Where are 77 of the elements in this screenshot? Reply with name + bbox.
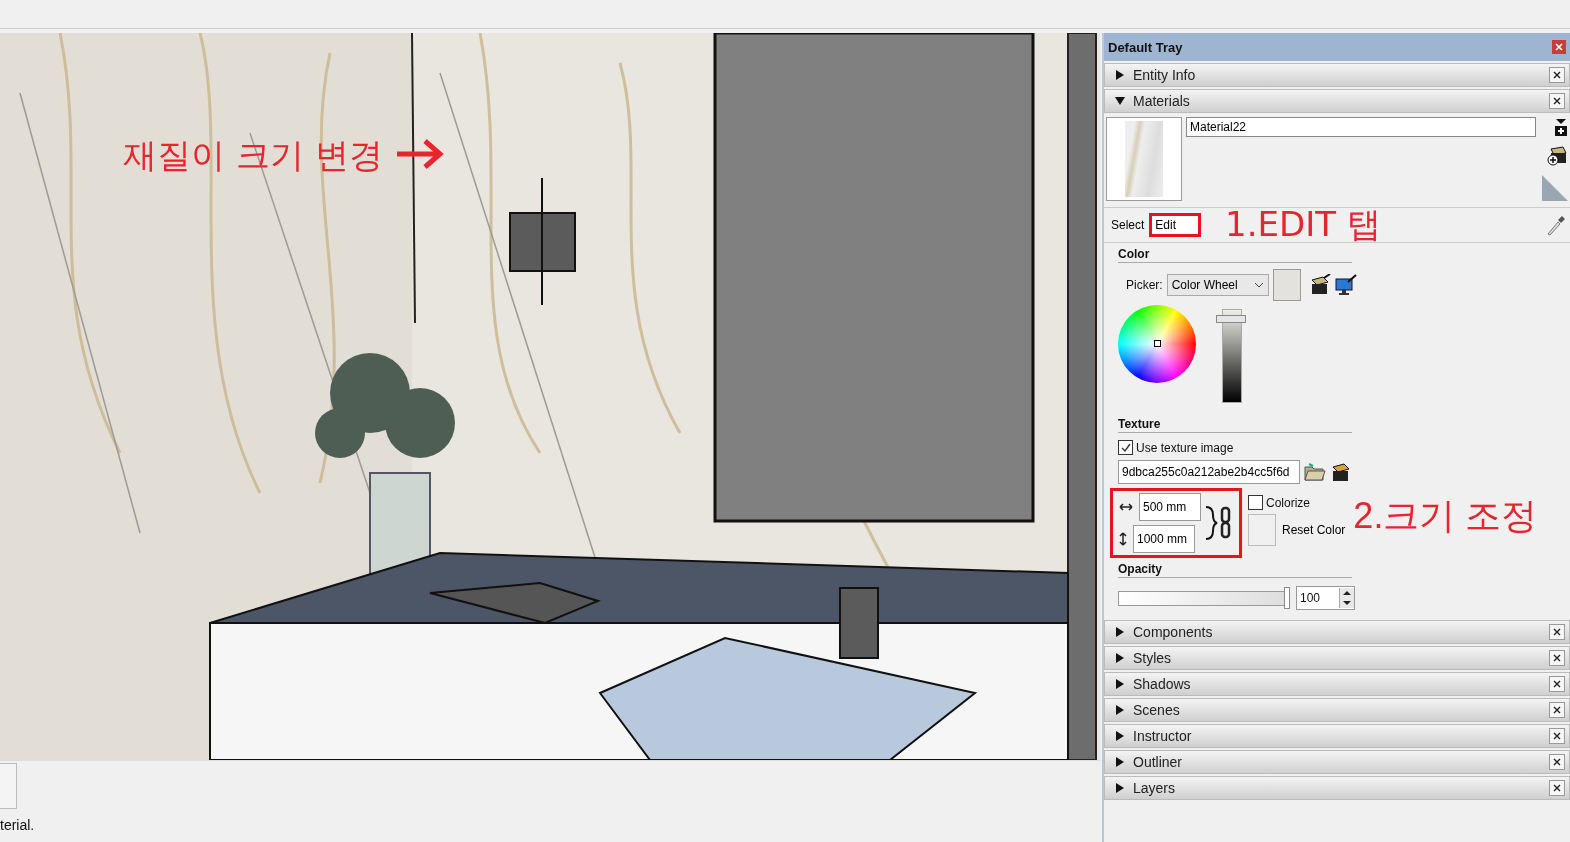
checkbox-label: Colorize [1266,495,1310,510]
section-heading: Opacity [1118,562,1352,578]
dropdown-caret-icon [1253,282,1264,288]
folder-icon[interactable] [1304,462,1326,482]
picker-dropdown[interactable]: Color Wheel [1166,274,1269,296]
panel-title: Layers [1133,780,1177,796]
opacity-slider[interactable] [1118,587,1290,609]
texture-file-field[interactable]: 9dbca255c0a212abe2b4cc5f6d [1118,460,1300,484]
panel-title: Components [1133,624,1214,640]
close-icon [1553,97,1561,105]
close-icon [1553,628,1561,636]
checkbox[interactable] [1248,495,1263,510]
close-icon [1553,706,1561,714]
tray-title: Default Tray [1108,39,1183,55]
width-field[interactable]: 500 mm [1139,493,1201,521]
color-swatch[interactable] [1272,269,1301,301]
checkbox[interactable] [1118,440,1133,455]
panel-title: Instructor [1133,728,1193,744]
create-material-icon[interactable] [1546,145,1568,167]
section-heading: Color [1118,247,1352,263]
close-icon [1553,784,1561,792]
close-icon [1553,654,1561,662]
close-icon [1553,680,1561,688]
slider-thumb[interactable] [1216,315,1246,323]
panel-header[interactable]: Entity Info [1104,63,1570,87]
close-icon [1553,758,1561,766]
eyedropper-icon[interactable] [1546,214,1566,236]
status-text: terial. [0,817,35,833]
annotation-text: 재질이 크기 변경 [123,134,383,177]
close-button[interactable] [1549,676,1565,692]
panel-header[interactable]: Materials [1104,89,1570,113]
close-button[interactable] [1549,93,1565,109]
panel-header[interactable]: Scenes [1104,698,1570,722]
display-toggle-icon[interactable] [1554,117,1568,137]
panel-title: Scenes [1133,702,1181,718]
panel-title: Shadows [1133,676,1192,692]
panel-header[interactable]: Outliner [1104,750,1570,774]
close-icon [1555,43,1563,51]
annotation-text: 1.EDIT 탭 [1225,203,1381,246]
height-field[interactable]: 1000 mm [1133,525,1195,553]
opacity-value: 100 [1300,591,1321,605]
checkbox-label: Use texture image [1136,440,1234,455]
close-button[interactable] [1549,650,1565,666]
close-button[interactable] [1549,728,1565,744]
annotation-text: 2.크기 조정 [1353,494,1538,538]
close-button[interactable] [1549,624,1565,640]
aspect-lock-icon[interactable] [1203,503,1233,543]
panel-header[interactable]: Instructor [1104,724,1570,748]
reset-color-swatch[interactable] [1248,514,1276,546]
brightness-slider[interactable] [1216,309,1246,403]
panel-header[interactable]: Shadows [1104,672,1570,696]
match-screen-color-icon[interactable] [1334,274,1357,296]
material-name-field[interactable]: Material22 [1186,117,1536,137]
annotation-arrow [395,137,445,171]
panel-title: Materials [1133,93,1191,109]
panel-header[interactable]: Layers [1104,776,1570,800]
close-button[interactable] [1549,780,1565,796]
panel-title: Outliner [1133,754,1184,770]
close-icon [1553,732,1561,740]
close-button[interactable] [1549,67,1565,83]
width-arrow-icon [1119,503,1133,511]
panel-header[interactable]: Components [1104,620,1570,644]
close-button[interactable] [1549,754,1565,770]
close-button[interactable] [1549,702,1565,718]
panel-header[interactable]: Styles [1104,646,1570,670]
height-arrow-icon [1119,532,1127,546]
panel-title: Styles [1133,650,1173,666]
section-heading: Texture [1118,417,1352,433]
reset-color-button[interactable]: Reset Color [1282,523,1346,537]
panel-title: Entity Info [1133,67,1197,83]
picker-label: Picker: [1126,278,1163,292]
tab[interactable]: Select [1108,216,1148,234]
opacity-spinner[interactable]: 100 [1296,586,1355,610]
edit-texture-icon[interactable] [1330,462,1352,482]
tab[interactable]: Edit [1152,216,1199,234]
close-icon [1553,71,1561,79]
slider-thumb[interactable] [1284,587,1290,609]
